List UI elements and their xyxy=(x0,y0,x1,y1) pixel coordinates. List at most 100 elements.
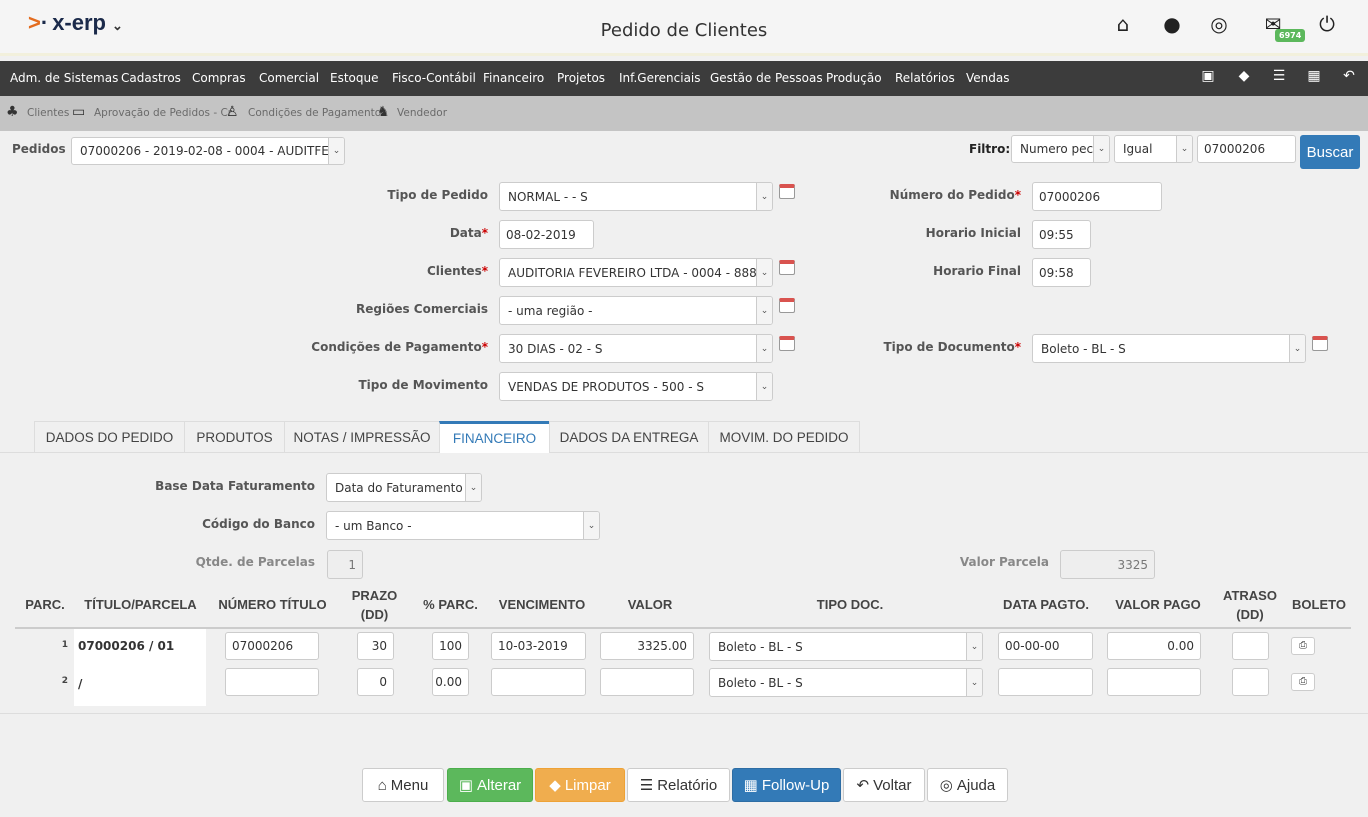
buscar-button[interactable]: Buscar xyxy=(1300,135,1360,169)
menu-vendas[interactable]: Vendas xyxy=(966,71,1010,85)
menu-button[interactable]: ⌂ Menu xyxy=(362,768,444,802)
back-icon: ↶ xyxy=(856,777,870,794)
condicoes-label: Condições de Pagamento* xyxy=(311,340,488,354)
menu-button-label: Menu xyxy=(390,776,429,794)
row-numero-input[interactable]: 07000206 xyxy=(225,632,319,660)
menu-cadastros[interactable]: Cadastros xyxy=(121,71,181,85)
tab-dados-entrega[interactable]: DADOS DA ENTREGA xyxy=(549,421,709,452)
row-parc: 2 xyxy=(61,676,68,686)
data-input[interactable]: 08-02-2019 xyxy=(499,220,594,249)
relatorio-button[interactable]: ☰ Relatório xyxy=(627,768,730,802)
row-venc-input[interactable]: 10-03-2019 xyxy=(491,632,586,660)
regioes-label: Regiões Comerciais xyxy=(356,302,488,316)
col-prazo-dd: (DD) xyxy=(360,607,389,622)
row-venc-input[interactable] xyxy=(491,668,586,696)
tipo-pedido-select[interactable]: NORMAL - - S ⌄ xyxy=(499,182,773,211)
row-valor-input[interactable] xyxy=(600,668,694,696)
print-icon[interactable]: ⎙ xyxy=(1291,673,1315,691)
clientes-label: Clientes* xyxy=(426,264,488,278)
numero-pedido-input[interactable]: 07000206 xyxy=(1032,182,1162,211)
banco-select[interactable]: - um Banco - ⌄ xyxy=(326,511,600,540)
menu-fisco-contabil[interactable]: Fisco-Contábil xyxy=(392,71,476,85)
chevron-down-icon: ⌄ xyxy=(756,183,772,210)
row-data-pagto-input[interactable]: 00-00-00 xyxy=(998,632,1093,660)
eraser-icon[interactable]: ◆ xyxy=(1234,68,1254,84)
back-icon[interactable]: ↶ xyxy=(1339,68,1359,84)
row-valor-input[interactable]: 3325.00 xyxy=(600,632,694,660)
ajuda-button[interactable]: ◎ Ajuda xyxy=(927,768,1008,802)
row-pct-input[interactable]: 0.00 xyxy=(432,668,469,696)
filtro-op-select[interactable]: Igual ⌄ xyxy=(1114,135,1193,163)
print-icon[interactable]: ⎙ xyxy=(1291,637,1315,655)
row-valor-pago-input[interactable]: 0.00 xyxy=(1107,632,1201,660)
calendar-icon[interactable] xyxy=(779,298,795,313)
calendar-icon[interactable] xyxy=(779,184,795,199)
tab-notas-impressao[interactable]: NOTAS / IMPRESSÃO xyxy=(284,421,440,452)
followup-button[interactable]: ▦ Follow-Up xyxy=(732,768,841,802)
menu-adm-sistemas[interactable]: Adm. de Sistemas xyxy=(10,71,118,85)
tab-movim-pedido[interactable]: MOVIM. DO PEDIDO xyxy=(708,421,860,452)
col-pct: % PARC. xyxy=(423,597,478,612)
hora-fim-input[interactable]: 09:58 xyxy=(1032,258,1091,287)
menu-projetos[interactable]: Projetos xyxy=(557,71,605,85)
tipo-mov-select[interactable]: VENDAS DE PRODUTOS - 500 - S ⌄ xyxy=(499,372,773,401)
row-atraso-input[interactable] xyxy=(1232,632,1269,660)
hora-ini-input[interactable]: 09:55 xyxy=(1032,220,1091,249)
row-prazo-input[interactable]: 30 xyxy=(357,632,394,660)
menu-relatorios[interactable]: Relatórios xyxy=(895,71,955,85)
power-icon[interactable]: ⏻ xyxy=(1315,12,1339,36)
menu-gestao-pessoas[interactable]: Gestão de Pessoas xyxy=(710,71,823,85)
lifebuoy-icon[interactable]: ◎ xyxy=(1207,12,1231,36)
menu-comercial[interactable]: Comercial xyxy=(259,71,319,85)
menu-producao[interactable]: Produção xyxy=(826,71,882,85)
calendar-icon[interactable] xyxy=(779,260,795,275)
alterar-button[interactable]: ▣ Alterar xyxy=(447,768,533,802)
menu-compras[interactable]: Compras xyxy=(192,71,246,85)
tab-produtos[interactable]: PRODUTOS xyxy=(184,421,285,452)
row-numero-input[interactable] xyxy=(225,668,319,696)
col-atraso: ATRASO xyxy=(1223,588,1277,603)
shortcut-clientes[interactable]: Clientes xyxy=(27,107,69,119)
data-label: Data* xyxy=(449,226,488,240)
row-atraso-input[interactable] xyxy=(1232,668,1269,696)
regioes-select[interactable]: - uma região - ⌄ xyxy=(499,296,773,325)
row-data-pagto-input[interactable] xyxy=(998,668,1093,696)
condicoes-select[interactable]: 30 DIAS - 02 - S ⌄ xyxy=(499,334,773,363)
row-tipo-select[interactable]: Boleto - BL - S ⌄ xyxy=(709,632,983,661)
lifebuoy-icon: ◎ xyxy=(939,777,953,794)
pedidos-select[interactable]: 07000206 - 2019-02-08 - 0004 - AUDITFEVE… xyxy=(71,137,345,165)
base-data-select[interactable]: Data do Faturamento ⌄ xyxy=(326,473,482,502)
save-icon[interactable]: ▣ xyxy=(1198,68,1218,84)
tab-dados-pedido[interactable]: DADOS DO PEDIDO xyxy=(34,421,185,452)
calendar-icon[interactable] xyxy=(779,336,795,351)
table-icon[interactable]: ▦ xyxy=(1304,68,1324,84)
voltar-button[interactable]: ↶ Voltar xyxy=(843,768,925,802)
chevron-down-icon: ⌄ xyxy=(756,259,772,286)
chevron-down-icon: ⌄ xyxy=(756,335,772,362)
save-icon: ▣ xyxy=(458,777,473,794)
tipo-doc-select[interactable]: Boleto - BL - S ⌄ xyxy=(1032,334,1306,363)
filtro-op-value: Igual xyxy=(1123,142,1153,156)
shortcut-condicoes[interactable]: Condições de Pagamento xyxy=(248,107,381,119)
user-icon[interactable]: ● xyxy=(1160,12,1184,36)
calendar-icon[interactable] xyxy=(1312,336,1328,351)
filtro-field-select[interactable]: Numero pec ⌄ xyxy=(1011,135,1110,163)
chevron-down-icon: ⌄ xyxy=(1289,335,1305,362)
filtro-value-input[interactable]: 07000206 xyxy=(1197,135,1296,163)
tab-financeiro[interactable]: FINANCEIRO xyxy=(439,421,550,453)
shortcut-vendedor[interactable]: Vendedor xyxy=(397,107,447,119)
shortcut-aprovacao[interactable]: Aprovação de Pedidos - Cr xyxy=(94,107,232,119)
menu-estoque[interactable]: Estoque xyxy=(330,71,379,85)
hora-fim-label: Horario Final xyxy=(933,264,1021,278)
row-pct-input[interactable]: 100 xyxy=(432,632,469,660)
menu-financeiro[interactable]: Financeiro xyxy=(483,71,544,85)
row-prazo-input[interactable]: 0 xyxy=(357,668,394,696)
limpar-button[interactable]: ◆ Limpar xyxy=(535,768,625,802)
row-valor-pago-input[interactable] xyxy=(1107,668,1201,696)
home-icon[interactable]: ⌂ xyxy=(1111,12,1135,36)
clientes-select[interactable]: AUDITORIA FEVEREIRO LTDA - 0004 - 88888 ⌄ xyxy=(499,258,773,287)
qtde-label: Qtde. de Parcelas xyxy=(195,555,315,569)
list-icon[interactable]: ☰ xyxy=(1269,68,1289,84)
menu-inf-gerenciais[interactable]: Inf.Gerenciais xyxy=(619,71,701,85)
row-tipo-select[interactable]: Boleto - BL - S ⌄ xyxy=(709,668,983,697)
